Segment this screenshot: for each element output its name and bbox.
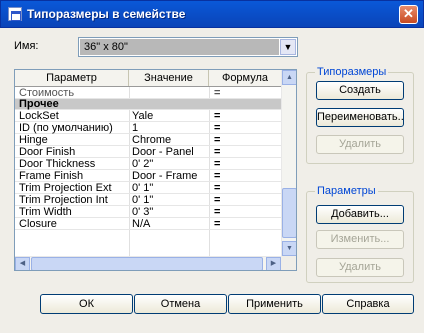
value-cell[interactable]: 0' 1": [132, 194, 208, 206]
add-parameter-button[interactable]: Добавить...: [316, 205, 404, 224]
cancel-button[interactable]: Отмена: [134, 294, 227, 314]
param-cell: Прочее: [19, 99, 59, 110]
value-cell[interactable]: 1: [132, 122, 208, 134]
param-cell[interactable]: Trim Projection Ext: [19, 182, 129, 194]
param-cell[interactable]: Trim Projection Int: [19, 194, 129, 206]
param-cell[interactable]: Door Thickness: [19, 158, 129, 170]
type-name-select[interactable]: 36" x 80" ▼: [78, 37, 298, 57]
parameter-grid[interactable]: Параметр Значение Формула Стоимость = Проч…: [14, 69, 297, 271]
table-row[interactable]: Trim Projection Int 0' 1" =: [15, 194, 281, 206]
scrollbar-corner: [281, 256, 296, 270]
apply-button[interactable]: Применить: [228, 294, 321, 314]
formula-cell[interactable]: =: [214, 194, 254, 206]
parameters-group-title: Параметры: [315, 185, 378, 197]
formula-cell[interactable]: =: [214, 134, 254, 146]
column-header-parameter[interactable]: Параметр: [15, 70, 129, 86]
table-row[interactable]: Hinge Chrome =: [15, 134, 281, 146]
formula-cell[interactable]: =: [214, 122, 254, 134]
vertical-scrollbar[interactable]: ▲ ▼: [281, 70, 296, 256]
formula-cell[interactable]: =: [214, 182, 254, 194]
group-header-row[interactable]: Прочее: [15, 99, 281, 110]
table-row[interactable]: Door Finish Door - Panel =: [15, 146, 281, 158]
formula-cell[interactable]: =: [214, 170, 254, 182]
formula-cell[interactable]: =: [214, 110, 254, 122]
value-cell[interactable]: 0' 3": [132, 206, 208, 218]
param-cell[interactable]: Door Finish: [19, 146, 129, 158]
title-bar: Типоразмеры в семействе ✕: [0, 0, 424, 28]
param-cell[interactable]: Frame Finish: [19, 170, 129, 182]
column-header-value[interactable]: Значение: [129, 70, 209, 86]
value-cell[interactable]: Yale: [132, 110, 208, 122]
chevron-down-icon[interactable]: ▼: [280, 39, 296, 55]
grid-header: Параметр Значение Формула: [15, 70, 281, 87]
scroll-right-icon[interactable]: ▶: [266, 257, 281, 270]
param-cell[interactable]: Hinge: [19, 134, 129, 146]
param-cell[interactable]: Closure: [19, 218, 129, 230]
value-cell[interactable]: Chrome: [132, 134, 208, 146]
delete-type-button[interactable]: Удалить: [316, 135, 404, 154]
types-groupbox: Типоразмеры Создать Переименовать... Уда…: [306, 66, 414, 164]
vertical-scroll-thumb[interactable]: [282, 188, 296, 238]
formula-cell[interactable]: =: [214, 218, 254, 230]
name-label: Имя:: [14, 40, 39, 52]
ok-button[interactable]: ОК: [40, 294, 133, 314]
value-cell[interactable]: Door - Frame: [132, 170, 208, 182]
value-cell[interactable]: 0' 2": [132, 158, 208, 170]
table-row[interactable]: Frame Finish Door - Frame =: [15, 170, 281, 182]
column-header-formula[interactable]: Формула: [209, 70, 281, 86]
type-name-value[interactable]: 36" x 80": [80, 39, 279, 55]
param-cell[interactable]: Trim Width: [19, 206, 129, 218]
table-row[interactable]: Стоимость =: [15, 87, 281, 99]
formula-cell[interactable]: =: [214, 206, 254, 218]
value-cell[interactable]: 0' 1": [132, 182, 208, 194]
table-row[interactable]: LockSet Yale =: [15, 110, 281, 122]
table-row[interactable]: Door Thickness 0' 2" =: [15, 158, 281, 170]
help-button[interactable]: Справка: [322, 294, 414, 314]
table-row[interactable]: Closure N/A =: [15, 218, 281, 230]
value-cell[interactable]: Door - Panel: [132, 146, 208, 158]
grid-rows: Стоимость = Прочее LockSet Yale = ID (по умолч…: [15, 87, 281, 230]
types-group-title: Типоразмеры: [315, 66, 389, 78]
param-cell[interactable]: LockSet: [19, 110, 129, 122]
parameters-groupbox: Параметры Добавить... Изменить... Удалит…: [306, 185, 414, 283]
new-type-button[interactable]: Создать: [316, 81, 404, 100]
param-cell[interactable]: ID (по умолчанию): [19, 122, 129, 134]
scroll-left-icon[interactable]: ◀: [15, 257, 30, 270]
formula-cell[interactable]: =: [214, 87, 254, 99]
table-row[interactable]: ID (по умолчанию) 1 =: [15, 122, 281, 134]
close-button[interactable]: ✕: [399, 5, 418, 24]
horizontal-scroll-thumb[interactable]: [31, 257, 263, 270]
table-row[interactable]: Trim Width 0' 3" =: [15, 206, 281, 218]
modify-parameter-button[interactable]: Изменить...: [316, 230, 404, 249]
formula-cell[interactable]: =: [214, 158, 254, 170]
formula-cell[interactable]: =: [214, 146, 254, 158]
remove-parameter-button[interactable]: Удалить: [316, 258, 404, 277]
table-row[interactable]: Trim Projection Ext 0' 1" =: [15, 182, 281, 194]
param-cell[interactable]: Стоимость: [19, 87, 129, 99]
scroll-down-icon[interactable]: ▼: [282, 241, 296, 256]
rename-type-button[interactable]: Переименовать...: [316, 108, 404, 127]
value-cell[interactable]: N/A: [132, 218, 208, 230]
window-title: Типоразмеры в семействе: [27, 7, 186, 21]
horizontal-scrollbar[interactable]: ◀ ▶: [15, 256, 281, 270]
family-types-icon: [8, 7, 22, 21]
scroll-up-icon[interactable]: ▲: [282, 70, 296, 85]
